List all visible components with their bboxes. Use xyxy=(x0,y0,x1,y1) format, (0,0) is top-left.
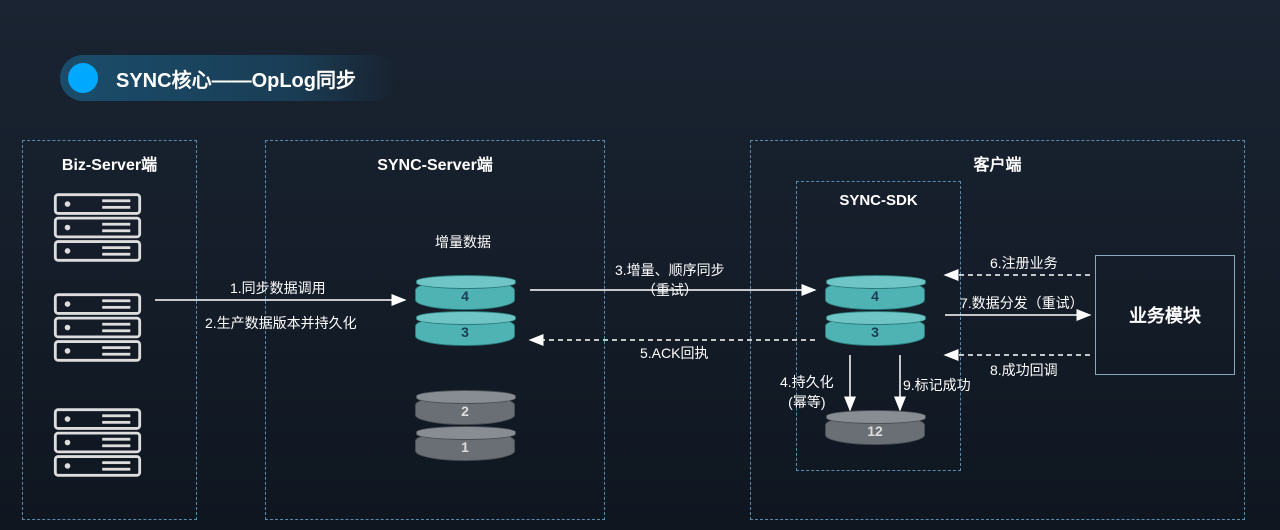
arrow-label-8: 8.成功回调 xyxy=(990,360,1058,380)
server-rack-icon xyxy=(50,290,145,365)
cylinder-icon: 12 xyxy=(825,415,925,445)
cylinder-icon: 4 xyxy=(415,280,515,310)
cylinder-label: 3 xyxy=(871,324,879,340)
box-sync-title: SYNC-Server端 xyxy=(377,151,493,175)
server-icon xyxy=(50,190,145,270)
title-pill: SYNC核心——OpLog同步 xyxy=(60,55,396,101)
cylinder-stack-sync-teal: 4 3 xyxy=(415,280,515,352)
cylinder-label: 3 xyxy=(461,324,469,340)
cylinder-label: 2 xyxy=(461,403,469,419)
box-client-title: 客户端 xyxy=(973,151,1021,175)
box-biz-title: Biz-Server端 xyxy=(62,151,157,175)
arrow-label-9: 9.标记成功 xyxy=(903,375,971,395)
server-icon xyxy=(50,290,145,370)
server-icon xyxy=(50,405,145,485)
cylinder-icon: 4 xyxy=(825,280,925,310)
server-rack-icon xyxy=(50,405,145,480)
cylinder-label: 1 xyxy=(461,439,469,455)
cylinder-icon: 2 xyxy=(415,395,515,425)
cylinder-icon: 3 xyxy=(825,316,925,346)
cylinder-stack-sync-gray: 2 1 xyxy=(415,395,515,467)
server-rack-icon xyxy=(50,190,145,265)
cylinder-label: 4 xyxy=(461,288,469,304)
arrow-label-2: 2.生产数据版本并持久化 xyxy=(205,313,357,333)
cylinder-stack-sdk-teal: 4 3 xyxy=(825,280,925,352)
arrow-label-5: 5.ACK回执 xyxy=(640,343,708,363)
cylinder-icon: 1 xyxy=(415,431,515,461)
arrow-label-6: 6.注册业务 xyxy=(990,253,1058,273)
arrow-label-7: 7.数据分发（重试） xyxy=(960,293,1084,313)
title-text: SYNC核心——OpLog同步 xyxy=(116,64,356,93)
box-sdk-title: SYNC-SDK xyxy=(839,192,917,209)
arrow-label-1: 1.同步数据调用 xyxy=(230,278,326,298)
title-dot-icon xyxy=(68,63,98,93)
biz-module-box: 业务模块 xyxy=(1095,255,1235,375)
cylinder-label: 12 xyxy=(867,423,883,439)
cylinder-label: 4 xyxy=(871,288,879,304)
cylinder-icon: 3 xyxy=(415,316,515,346)
label-inc-data: 增量数据 xyxy=(435,232,491,252)
cylinder-stack-sdk-gray: 12 xyxy=(825,415,925,451)
arrow-label-3: 3.增量、顺序同步 （重试） xyxy=(615,260,725,300)
biz-module-label: 业务模块 xyxy=(1129,302,1201,328)
arrow-label-4: 4.持久化 (幂等) xyxy=(780,372,834,412)
